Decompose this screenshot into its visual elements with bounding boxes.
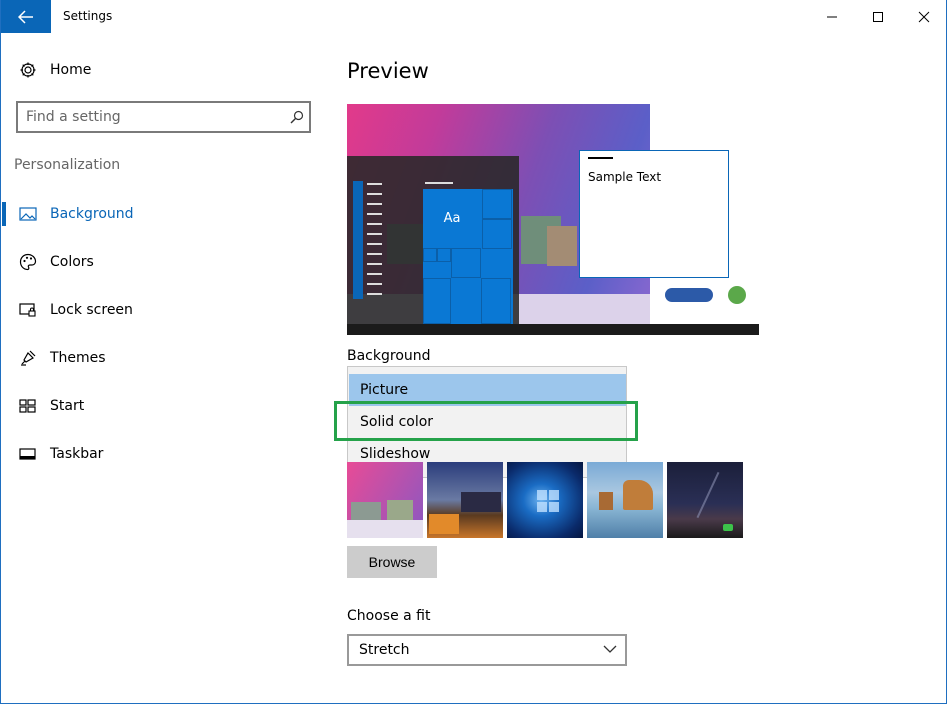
fit-dropdown[interactable]: Stretch (347, 634, 627, 666)
sample-window-preview: Sample Text (579, 150, 729, 278)
search-input[interactable] (26, 108, 276, 126)
taskbar-icon (19, 445, 37, 463)
back-arrow-icon (18, 9, 33, 24)
chevron-down-icon (603, 645, 617, 653)
minimize-icon (827, 16, 837, 17)
preview-taskbar (347, 324, 759, 335)
search-box[interactable] (16, 101, 311, 133)
title-bar: Settings (1, 0, 946, 33)
search-icon (290, 110, 304, 124)
thumbnail-4[interactable] (587, 462, 663, 538)
back-button[interactable] (1, 0, 51, 33)
sidebar-item-taskbar[interactable]: Taskbar (1, 434, 331, 474)
home-label: Home (50, 62, 92, 78)
sidebar-item-label: Colors (50, 254, 94, 270)
sidebar-item-themes[interactable]: Themes (1, 338, 331, 378)
background-label: Background (347, 348, 431, 364)
thumbnail-2[interactable] (427, 462, 503, 538)
sidebar-item-colors[interactable]: Colors (1, 242, 331, 282)
themes-icon (19, 349, 37, 367)
page-title: Preview (347, 59, 429, 83)
gear-icon (19, 61, 37, 79)
preview-image: Aa Sample Text (347, 104, 759, 335)
sidebar-item-lock-screen[interactable]: Lock screen (1, 290, 331, 330)
sidebar-item-start[interactable]: Start (1, 386, 331, 426)
sidebar-item-label: Taskbar (50, 446, 104, 462)
fit-dropdown-value: Stretch (359, 642, 410, 658)
fit-label: Choose a fit (347, 608, 431, 624)
picture-icon (19, 205, 37, 223)
sidebar-item-label: Lock screen (50, 302, 133, 318)
section-label: Personalization (14, 157, 121, 173)
thumbnail-3[interactable] (507, 462, 583, 538)
maximize-button[interactable] (855, 0, 901, 33)
thumbnail-5[interactable] (667, 462, 743, 538)
highlight-box (334, 401, 638, 441)
start-menu-rail (353, 181, 363, 299)
maximize-icon (873, 11, 883, 22)
preview-tile: Aa (423, 189, 481, 247)
sidebar-item-label: Themes (50, 350, 106, 366)
thumbnail-1[interactable] (347, 462, 423, 538)
close-icon (918, 11, 930, 22)
browse-button[interactable]: Browse (347, 546, 437, 578)
active-indicator (2, 202, 6, 226)
lock-screen-icon (19, 301, 37, 319)
sidebar-item-label: Background (50, 206, 134, 222)
settings-window: Settings Home Personalization (0, 0, 947, 704)
window-title: Settings (63, 9, 113, 23)
minimize-button[interactable] (809, 0, 855, 33)
sidebar-item-label: Start (50, 398, 85, 414)
sidebar-item-background[interactable]: Background (1, 194, 331, 234)
close-button[interactable] (901, 0, 946, 33)
sidebar-item-home[interactable]: Home (1, 50, 331, 90)
start-menu-preview: Aa (347, 156, 519, 324)
palette-icon (19, 253, 37, 271)
start-icon (19, 397, 37, 415)
sample-text: Sample Text (588, 170, 662, 184)
